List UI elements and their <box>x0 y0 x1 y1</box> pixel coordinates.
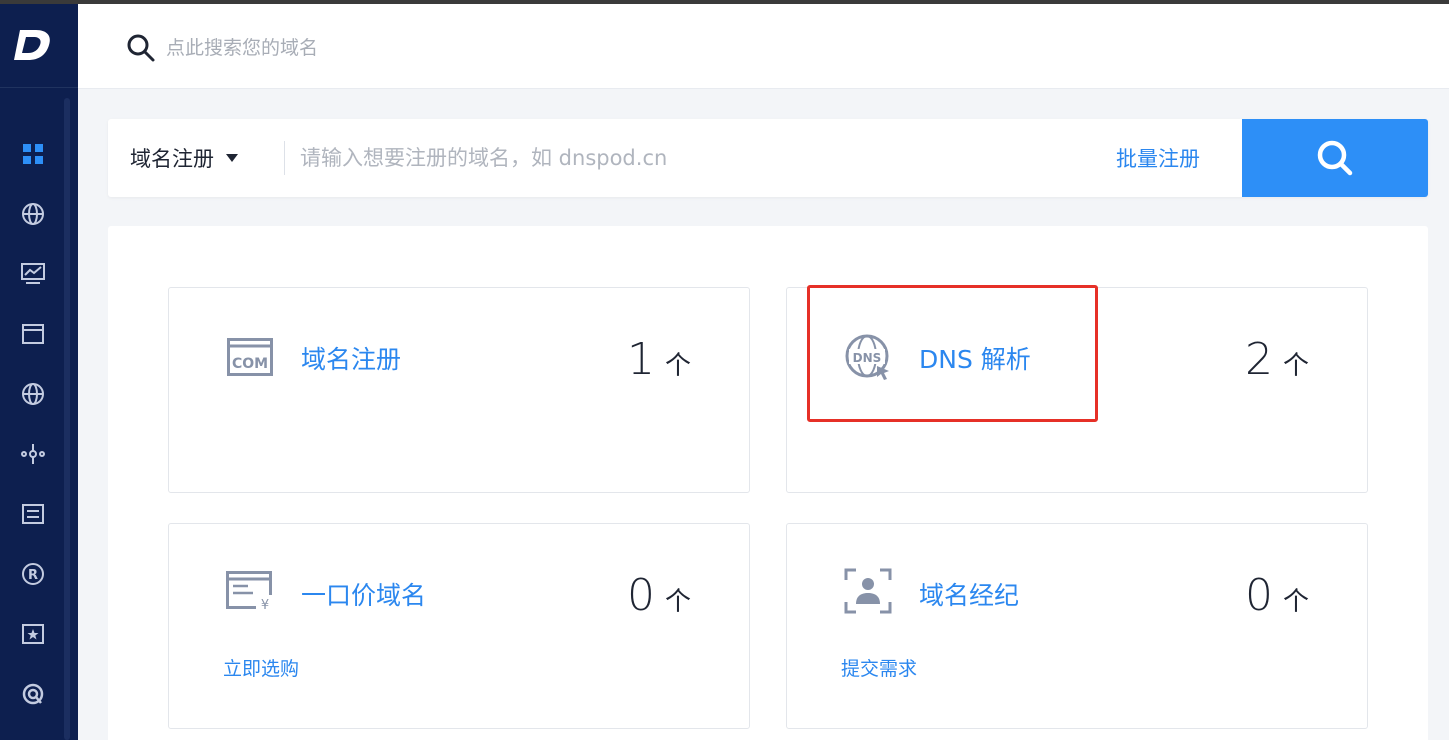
card-domain-broker: 域名经纪 0 个 提交需求 <box>786 523 1368 729</box>
svg-text:R: R <box>28 568 38 583</box>
card-count: 1 个 <box>627 334 691 385</box>
divider <box>284 141 285 175</box>
card-title[interactable]: 一口价域名 <box>301 576 426 612</box>
price-tag-window-icon: ¥ <box>225 568 275 614</box>
com-icon: COM <box>225 334 275 380</box>
annotation-highlight-box <box>807 285 1098 422</box>
broker-person-icon <box>843 568 893 614</box>
sidebar-item-global[interactable] <box>18 379 48 409</box>
top-header <box>78 4 1449 89</box>
card-title[interactable]: 域名经纪 <box>919 576 1019 612</box>
card-count: 0 个 <box>1245 570 1309 621</box>
count-unit: 个 <box>1283 351 1310 381</box>
sidebar-item-dashboard[interactable] <box>18 139 48 169</box>
sidebar-item-registered[interactable]: R <box>18 559 48 589</box>
monitor-icon <box>21 263 45 284</box>
submit-request-link[interactable]: 提交需求 <box>841 654 917 681</box>
sidebar: R <box>0 0 78 740</box>
dnspod-logo-icon <box>14 30 50 60</box>
sidebar-item-monitor[interactable] <box>18 259 48 289</box>
registered-icon: R <box>22 563 44 585</box>
window-icon <box>22 324 44 344</box>
count-unit: 个 <box>1283 587 1310 617</box>
batch-register-link[interactable]: 批量注册 <box>1116 143 1200 173</box>
count-unit: 个 <box>665 587 692 617</box>
count-value: 1 <box>627 334 655 385</box>
sidebar-item-list[interactable] <box>18 499 48 529</box>
sidebar-item-window[interactable] <box>18 319 48 349</box>
domain-search-input[interactable] <box>300 141 1080 175</box>
svg-text:¥: ¥ <box>261 598 269 611</box>
nodes-icon <box>21 444 45 464</box>
caret-down-icon <box>226 154 238 162</box>
domain-search-button[interactable] <box>1242 119 1428 197</box>
site-search-input[interactable] <box>166 31 666 65</box>
sidebar-item-support[interactable] <box>18 679 48 709</box>
search-icon[interactable] <box>126 33 156 63</box>
card-title[interactable]: 域名注册 <box>301 340 401 376</box>
card-fixed-price-domain: ¥ 一口价域名 0 个 立即选购 <box>168 523 750 729</box>
support-icon <box>22 683 44 705</box>
count-unit: 个 <box>665 351 692 381</box>
search-type-label: 域名注册 <box>130 147 214 171</box>
sidebar-item-domains[interactable] <box>18 199 48 229</box>
count-value: 0 <box>1245 570 1273 621</box>
count-value: 0 <box>627 570 655 621</box>
svg-text:COM: COM <box>232 356 268 372</box>
sidebar-item-nodes[interactable] <box>18 439 48 469</box>
card-domain-registration: COM 域名注册 1 个 <box>168 287 750 493</box>
count-value: 2 <box>1245 334 1273 385</box>
star-box-icon <box>22 624 44 644</box>
list-icon <box>22 504 44 524</box>
globe-icon <box>22 383 44 405</box>
search-icon <box>1317 140 1353 176</box>
card-count: 0 个 <box>627 570 691 621</box>
buy-now-link[interactable]: 立即选购 <box>223 654 299 681</box>
card-count: 2 个 <box>1245 334 1309 385</box>
sidebar-scrollbar[interactable] <box>64 98 70 740</box>
globe-icon <box>22 203 44 225</box>
logo[interactable] <box>0 0 78 88</box>
dashboard-icon <box>23 144 43 164</box>
domain-search-bar: 域名注册 批量注册 <box>108 119 1428 197</box>
sidebar-item-favorites[interactable] <box>18 619 48 649</box>
search-type-dropdown[interactable]: 域名注册 <box>130 143 238 173</box>
window-top-edge <box>0 0 1449 4</box>
